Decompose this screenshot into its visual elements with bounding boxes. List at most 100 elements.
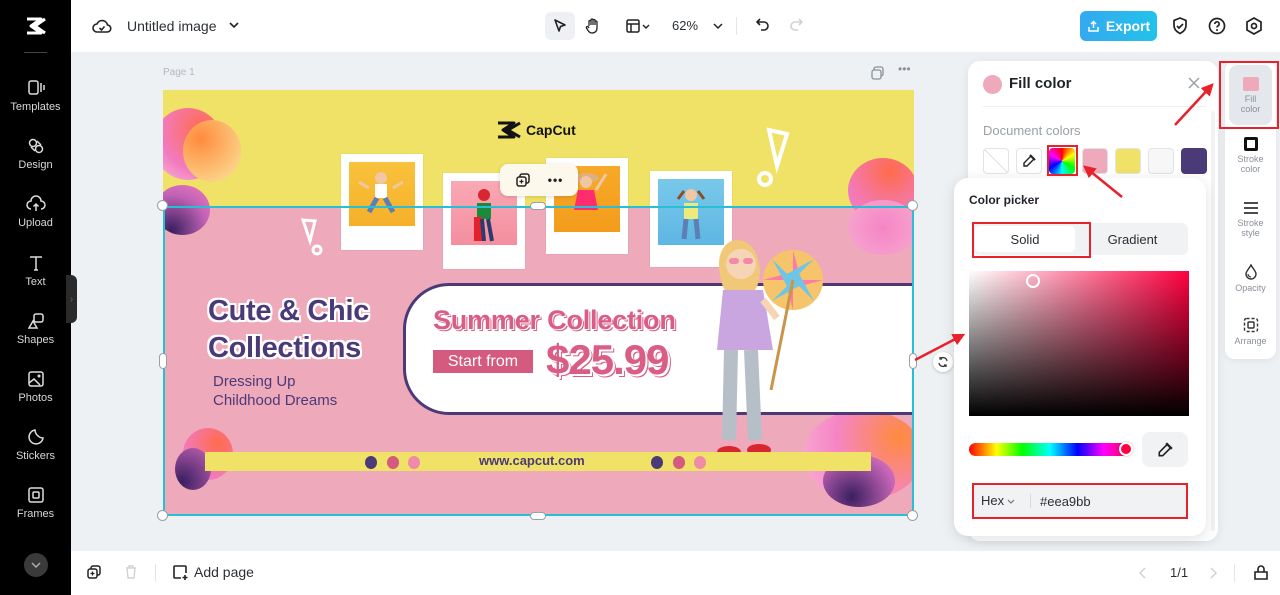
- saturation-value-area[interactable]: [969, 271, 1189, 416]
- more-options-icon[interactable]: •••: [548, 173, 564, 187]
- color-swatch-pink[interactable]: [1082, 148, 1108, 174]
- shapes-icon: [27, 313, 44, 329]
- sidebar-item-stickers[interactable]: Stickers: [0, 427, 71, 477]
- selection-box: [163, 206, 914, 516]
- color-swatch-white[interactable]: [1148, 148, 1174, 174]
- sidebar-item-templates[interactable]: Templates: [0, 78, 71, 128]
- divider: [1234, 564, 1235, 582]
- sidebar-item-label: Upload: [18, 217, 53, 229]
- photos-icon: [27, 371, 44, 387]
- panel-scrollbar[interactable]: [1211, 111, 1215, 531]
- collapse-panel-handle[interactable]: ›: [66, 275, 77, 323]
- sidebar-item-label: Templates: [10, 101, 61, 113]
- highlight-solid-tab: [972, 222, 1091, 258]
- add-page-label: Add page: [194, 564, 254, 580]
- eyedropper-swatch[interactable]: [1016, 148, 1042, 174]
- hand-icon: [585, 18, 598, 34]
- frames-icon: [27, 487, 44, 503]
- color-swatch-purple[interactable]: [1181, 148, 1207, 174]
- capcut-logo-icon[interactable]: [0, 0, 71, 52]
- zoom-level[interactable]: 62%: [672, 18, 698, 33]
- stroke-color-icon: [1243, 137, 1258, 151]
- next-page-icon[interactable]: [1208, 566, 1218, 580]
- sidebar-item-text[interactable]: Text: [0, 253, 71, 303]
- top-toolbar: Untitled image 62% Export: [71, 0, 1280, 52]
- sidebar-item-label: Frames: [16, 508, 55, 520]
- chevron-down-icon[interactable]: [712, 20, 724, 32]
- property-label: Stroke color: [1237, 154, 1264, 174]
- export-icon: [1088, 19, 1099, 32]
- sidebar-item-label: Stickers: [15, 450, 56, 462]
- sidebar-item-label: Shapes: [16, 334, 55, 346]
- capcut-logo-icon: [498, 121, 521, 139]
- chevron-down-icon: [31, 562, 41, 568]
- hue-slider[interactable]: [969, 443, 1131, 456]
- no-color-swatch[interactable]: [983, 148, 1009, 174]
- export-button[interactable]: Export: [1080, 11, 1157, 41]
- eyedropper-icon: [1158, 441, 1173, 457]
- eyedropper-icon: [1023, 154, 1036, 167]
- prev-page-icon[interactable]: [1138, 566, 1148, 580]
- layout-dropdown[interactable]: [619, 12, 657, 40]
- brand-text: CapCut: [526, 122, 576, 138]
- rotate-handle[interactable]: [933, 352, 953, 372]
- sidebar-item-upload[interactable]: Upload: [0, 194, 71, 244]
- resize-handle-bottom-left[interactable]: [157, 510, 168, 521]
- help-icon[interactable]: [1206, 15, 1228, 37]
- document-title[interactable]: Untitled image: [127, 18, 217, 34]
- divider: [983, 106, 1205, 107]
- color-picker-thumb[interactable]: [1026, 274, 1040, 288]
- page-panel-icon[interactable]: [1252, 563, 1270, 581]
- capcut-brand-logo: CapCut: [495, 120, 576, 140]
- resize-handle-top-right[interactable]: [907, 200, 918, 211]
- page-more-icon[interactable]: •••: [898, 62, 914, 76]
- chevron-down-icon: [642, 24, 650, 29]
- resize-handle-bottom-right[interactable]: [907, 510, 918, 521]
- undo-icon[interactable]: [755, 17, 771, 33]
- more-tools-button[interactable]: [24, 553, 48, 577]
- resize-handle-bottom[interactable]: [530, 512, 546, 520]
- chevron-down-icon[interactable]: [227, 18, 241, 32]
- color-swatch-yellow[interactable]: [1115, 148, 1141, 174]
- sidebar-item-photos[interactable]: Photos: [0, 369, 71, 419]
- sidebar-item-design[interactable]: Design: [0, 136, 71, 186]
- hue-slider-thumb[interactable]: [1119, 442, 1133, 456]
- templates-icon: [27, 80, 45, 95]
- current-color-swatch: [983, 75, 1002, 94]
- hand-tool-button[interactable]: [578, 12, 608, 40]
- add-page-button[interactable]: Add page: [172, 564, 254, 580]
- property-opacity[interactable]: Opacity: [1225, 264, 1276, 293]
- capcut-editor: Templates Design Upload Text Shapes Phot…: [0, 0, 1280, 595]
- shield-check-icon[interactable]: [1169, 15, 1191, 37]
- property-label: Stroke style: [1237, 218, 1264, 238]
- settings-icon[interactable]: [1243, 15, 1265, 37]
- stickers-icon: [27, 429, 44, 445]
- upload-icon: [25, 195, 46, 211]
- duplicate-icon[interactable]: [515, 172, 531, 188]
- left-sidebar: Templates Design Upload Text Shapes Phot…: [0, 0, 71, 595]
- eyedropper-button[interactable]: [1142, 432, 1188, 467]
- trash-icon[interactable]: [123, 564, 139, 580]
- divider: [736, 17, 737, 35]
- stroke-style-icon: [1243, 202, 1258, 214]
- property-arrange[interactable]: Arrange: [1225, 317, 1276, 346]
- close-icon[interactable]: [1186, 75, 1202, 91]
- property-stroke-color[interactable]: Stroke color: [1225, 137, 1276, 174]
- resize-handle-right[interactable]: [909, 353, 917, 369]
- property-stroke-style[interactable]: Stroke style: [1225, 201, 1276, 238]
- property-label: Arrange: [1234, 336, 1267, 346]
- cloud-icon[interactable]: [92, 16, 112, 36]
- opacity-icon: [1244, 264, 1257, 280]
- sidebar-item-frames[interactable]: Frames: [0, 485, 71, 535]
- resize-handle-top-left[interactable]: [157, 200, 168, 211]
- divider: [155, 564, 156, 582]
- select-tool-button[interactable]: [545, 12, 575, 40]
- redo-icon[interactable]: [788, 17, 804, 33]
- sidebar-item-label: Text: [25, 276, 46, 288]
- duplicate-page-icon[interactable]: [870, 66, 886, 80]
- tab-gradient[interactable]: Gradient: [1080, 226, 1185, 252]
- resize-handle-left[interactable]: [159, 353, 167, 369]
- sidebar-item-shapes[interactable]: Shapes: [0, 311, 71, 361]
- duplicate-page-icon[interactable]: [86, 564, 102, 580]
- resize-handle-top[interactable]: [530, 202, 546, 210]
